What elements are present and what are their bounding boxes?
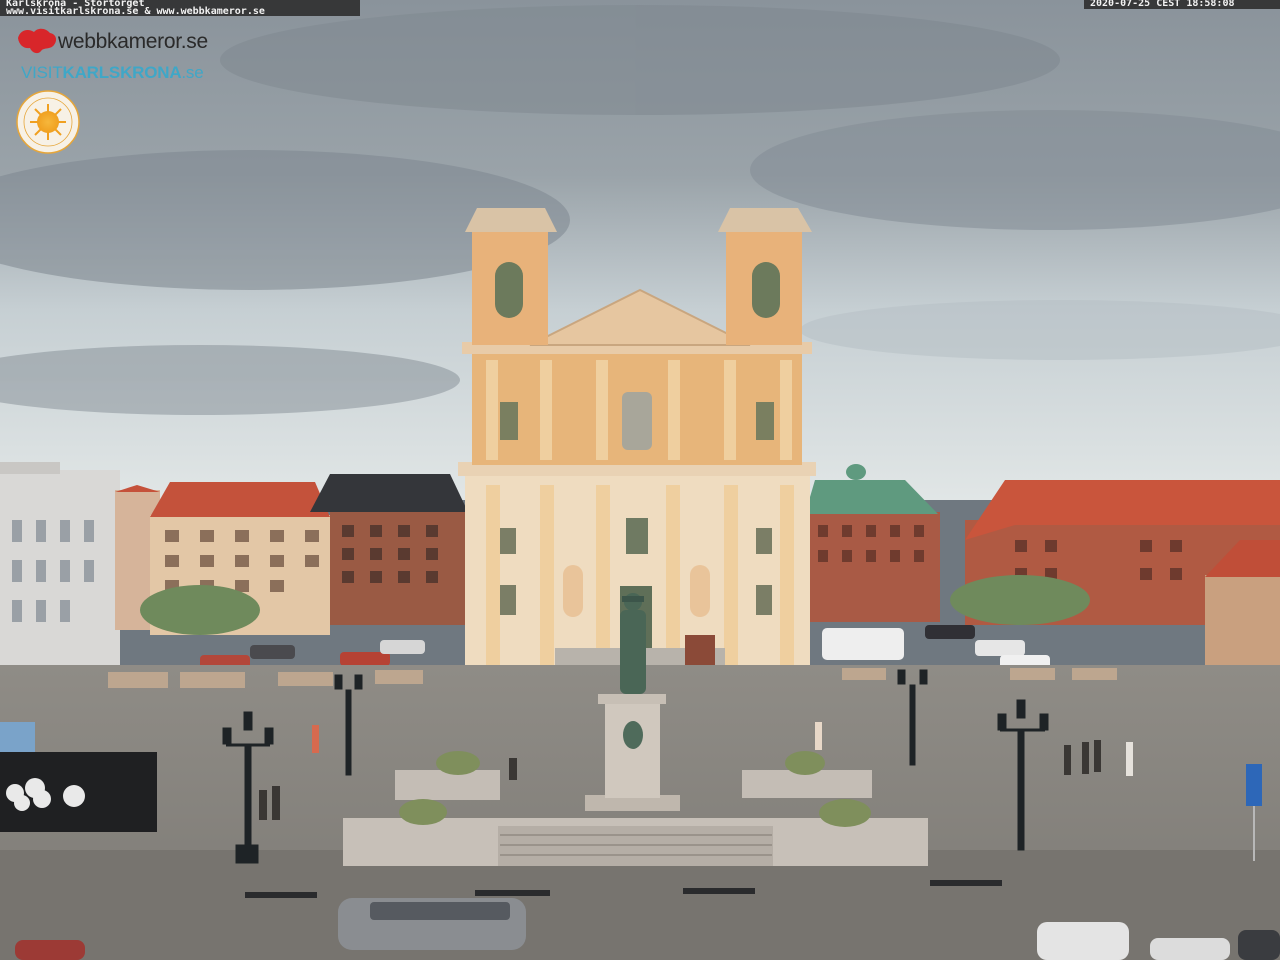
- visit-suffix: .se: [181, 63, 204, 82]
- camper-van: [822, 628, 904, 660]
- tower-window-right: [752, 262, 780, 318]
- sun-seal-logo: [16, 90, 80, 154]
- caption-websites: www.visitkarlskrona.se & www.webbkameror…: [6, 6, 265, 17]
- visitkarlskrona-logo: VISITKARLSKRONA.se: [21, 63, 204, 83]
- camera-caption: Karlskrona - Stortorget www.visitkarlskro…: [0, 0, 360, 17]
- right-red-roof-building: [965, 480, 1280, 665]
- webbkameror-logo-text: webbkameror.se: [58, 30, 208, 53]
- timestamp-text: 2020-07-25 CEST 18:58:08: [1090, 0, 1235, 9]
- visit-prefix: VISIT: [21, 63, 63, 82]
- timestamp-overlay: 2020-07-25 CEST 18:58:08: [1084, 0, 1280, 9]
- left-white-building: [0, 462, 120, 670]
- tower-window-left: [495, 262, 523, 318]
- left-brick-building: [310, 474, 470, 625]
- webcam-scene: [0, 0, 1280, 960]
- visit-name: KARLSKRONA: [62, 63, 182, 82]
